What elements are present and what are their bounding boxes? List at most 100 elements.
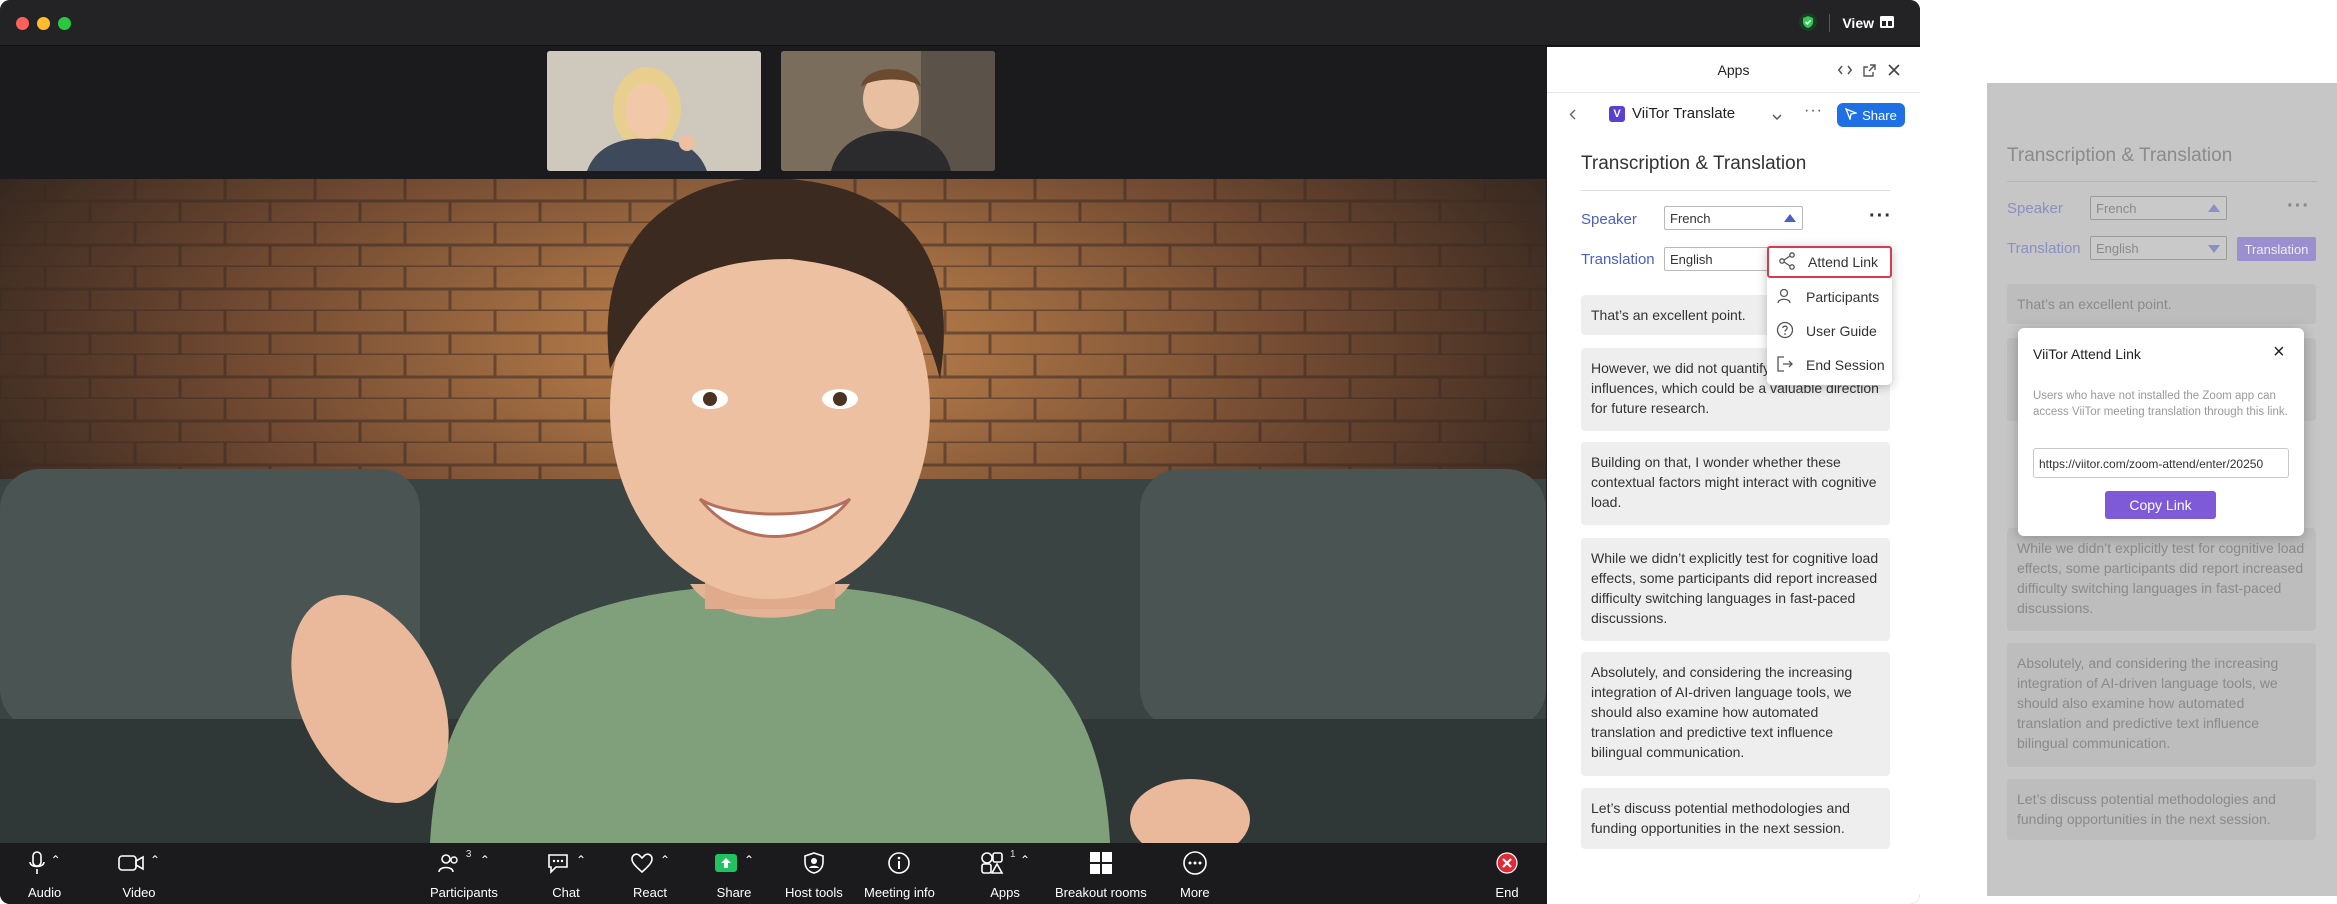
app-name: ViiTor Translate [1632, 105, 1736, 122]
participant-video-image [547, 51, 761, 171]
more-icon [1182, 850, 1208, 879]
chat-button[interactable]: ⌃ Chat [546, 849, 586, 900]
video-button[interactable]: ⌃ Video [118, 849, 160, 900]
end-meeting-button[interactable]: End [1495, 849, 1519, 900]
audio-label: Audio [28, 885, 62, 900]
chat-options-chevron-icon[interactable]: ⌃ [576, 853, 586, 867]
participants-label: Participants [430, 885, 498, 900]
participants-icon [1776, 287, 1794, 308]
speaker-language-value: French [2096, 201, 2137, 216]
app-switcher-chevron-icon[interactable] [1772, 108, 1782, 126]
dropdown-arrow-icon [2208, 245, 2220, 253]
audio-button[interactable]: ⌃ Audio [28, 849, 61, 900]
more-options-icon[interactable]: ··· [2287, 195, 2310, 218]
speaker-language-value: French [1670, 211, 1711, 226]
zoom-window: View ⌃ Audio ⌃ Video 3 ⌃ Participants ⌃ … [0, 0, 1920, 904]
translation-label: Translation [1581, 251, 1655, 268]
share-options-chevron-icon[interactable]: ⌃ [744, 853, 754, 867]
minimize-window-button[interactable] [37, 17, 50, 30]
audio-options-chevron-icon[interactable]: ⌃ [51, 853, 61, 867]
grid-view-icon [1880, 15, 1894, 31]
menu-item-participants[interactable]: Participants [1767, 281, 1892, 313]
share-label: Share [1862, 107, 1897, 123]
message-text: Absolutely, and considering the increasi… [2017, 655, 2279, 751]
video-stage [0, 47, 1546, 843]
video-options-chevron-icon[interactable]: ⌃ [150, 853, 160, 867]
info-icon [887, 851, 911, 878]
exit-icon [1776, 355, 1794, 376]
heart-icon [630, 852, 654, 877]
participant-video-image [781, 51, 995, 171]
participants-options-chevron-icon[interactable]: ⌃ [480, 853, 490, 867]
menu-item-label: User Guide [1806, 323, 1877, 339]
participant-thumbnail[interactable] [547, 51, 761, 171]
code-icon[interactable] [1834, 59, 1856, 81]
breakout-rooms-icon [1089, 851, 1113, 878]
main-speaker-video [0, 179, 1546, 843]
translation-language-value: English [2096, 241, 2139, 256]
transcript-message: That’s an excellent point. [2007, 284, 2316, 324]
breakout-rooms-button[interactable]: Breakout rooms [1055, 849, 1147, 900]
app-more-options-icon[interactable]: ··· [1804, 102, 1823, 120]
send-icon [1844, 107, 1859, 123]
back-chevron-icon[interactable] [1563, 105, 1581, 123]
message-text: That’s an excellent point. [1591, 307, 1746, 323]
section-title: Transcription & Translation [2007, 145, 2233, 166]
divider [2007, 181, 2317, 182]
translation-language-select[interactable]: English [2090, 236, 2227, 260]
maximize-window-button[interactable] [58, 17, 71, 30]
participants-count: 3 [465, 849, 472, 860]
end-label: End [1495, 885, 1519, 900]
divider [1581, 190, 1890, 191]
apps-options-chevron-icon[interactable]: ⌃ [1020, 853, 1030, 867]
view-button[interactable]: View [1842, 15, 1894, 31]
view-area: View [1799, 12, 1894, 34]
participants-button[interactable]: 3 ⌃ Participants [430, 849, 498, 900]
attend-link-modal: ViiTor Attend Link × Users who have not … [2018, 328, 2304, 536]
menu-item-label: Attend Link [1808, 254, 1879, 270]
shield-icon [804, 851, 824, 877]
section-title: Transcription & Translation [1581, 153, 1807, 174]
close-icon[interactable] [1883, 59, 1905, 81]
message-text: Building on that, I wonder whether these… [1591, 454, 1877, 510]
chat-icon [546, 852, 570, 877]
share-label: Share [716, 885, 752, 900]
copy-link-button[interactable]: Copy Link [2105, 491, 2216, 519]
title-bar: View [0, 0, 1920, 46]
speaker-language-select[interactable]: French [1664, 206, 1803, 230]
participant-thumbnail[interactable] [781, 51, 995, 171]
transcript-message: Let’s discuss potential methodologies an… [2007, 779, 2316, 840]
transcript-message: Absolutely, and considering the increasi… [1581, 652, 1890, 776]
speaker-label: Speaker [1581, 211, 1637, 228]
menu-item-end-session[interactable]: End Session [1767, 349, 1892, 381]
react-button[interactable]: ⌃ React [630, 849, 670, 900]
message-text: Let’s discuss potential methodologies an… [1591, 800, 1850, 836]
chat-label: Chat [552, 885, 580, 900]
translation-button[interactable]: Translation [2237, 237, 2316, 261]
message-text: While we didn’t explicitly test for cogn… [1591, 550, 1879, 626]
speaker-language-select[interactable]: French [2090, 196, 2227, 220]
pop-out-icon[interactable] [1858, 59, 1880, 81]
share-screen-button[interactable]: ⌃ Share [714, 849, 754, 900]
meeting-info-button[interactable]: Meeting info [864, 849, 935, 900]
apps-button[interactable]: 1 ⌃ Apps [980, 849, 1030, 900]
more-button[interactable]: More [1180, 849, 1210, 900]
participants-icon [438, 852, 460, 877]
translation-language-value: English [1670, 252, 1713, 267]
translation-label: Translation [2007, 240, 2081, 257]
breakout-rooms-label: Breakout rooms [1055, 885, 1147, 900]
dropdown-arrow-icon [2208, 204, 2220, 212]
close-icon[interactable]: × [2273, 341, 2285, 364]
react-label: React [633, 885, 668, 900]
transcript-message: Let’s discuss potential methodologies an… [1581, 788, 1890, 849]
close-window-button[interactable] [16, 17, 29, 30]
shield-icon [1799, 12, 1818, 34]
menu-item-attend-link[interactable]: Attend Link [1767, 246, 1892, 278]
attend-link-input[interactable]: https://viitor.com/zoom-attend/enter/202… [2033, 448, 2289, 478]
host-tools-button[interactable]: Host tools [785, 849, 843, 900]
menu-item-user-guide[interactable]: User Guide [1767, 315, 1892, 347]
react-options-chevron-icon[interactable]: ⌃ [660, 853, 670, 867]
more-options-icon[interactable]: ··· [1869, 205, 1892, 228]
message-text: While we didn’t explicitly test for cogn… [2017, 540, 2305, 616]
share-app-button[interactable]: Share [1837, 103, 1905, 127]
